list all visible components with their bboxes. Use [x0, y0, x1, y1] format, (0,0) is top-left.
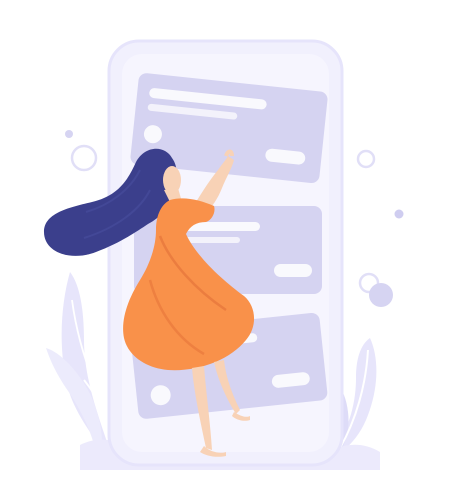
bubble-small-right — [394, 209, 404, 219]
illustration-svg — [44, 39, 404, 470]
bubble-small-left — [65, 130, 73, 138]
illustration-stage — [0, 0, 456, 501]
card-middle-pill — [274, 264, 312, 277]
bubble-ring-right — [356, 149, 376, 169]
plant-left — [46, 272, 113, 446]
bubble-ring-left — [70, 144, 98, 172]
bubble-filled-right — [369, 283, 393, 307]
